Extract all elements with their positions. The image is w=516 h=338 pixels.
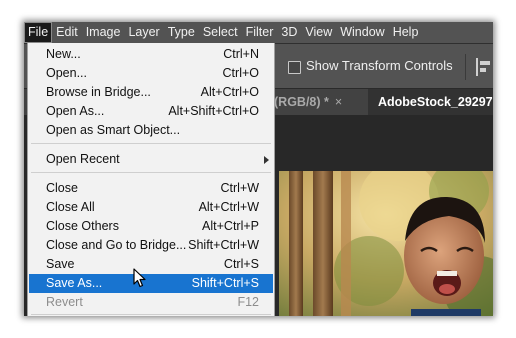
show-transform-checkbox[interactable]: [288, 61, 301, 74]
menu-item-shortcut: F12: [237, 295, 259, 309]
menu-item-close-and-go-to-bridge[interactable]: Close and Go to Bridge... Shift+Ctrl+W: [29, 236, 273, 255]
menu-item-close-all[interactable]: Close All Alt+Ctrl+W: [29, 198, 273, 217]
menu-item-shortcut: Shift+Ctrl+W: [188, 238, 259, 252]
menu-item-label: Close All: [46, 200, 95, 214]
menu-item-label: New...: [46, 47, 81, 61]
menu-layer[interactable]: Layer: [124, 22, 163, 43]
menu-item-save-as[interactable]: Save As... Shift+Ctrl+S: [29, 274, 273, 293]
menu-item-label: Open...: [46, 66, 87, 80]
menu-item-label: Save: [46, 257, 75, 271]
menu-edit[interactable]: Edit: [52, 22, 82, 43]
menu-item-shortcut: Ctrl+S: [223, 257, 259, 271]
menu-item-browse-in-bridge[interactable]: Browse in Bridge... Alt+Ctrl+O: [29, 83, 273, 102]
menu-view[interactable]: View: [301, 22, 336, 43]
menu-item-label: Open Recent: [46, 152, 120, 166]
menu-image[interactable]: Image: [82, 22, 125, 43]
tab-document-2[interactable]: AdobeStock_29297: [368, 89, 493, 115]
menu-item-label: Open As...: [46, 104, 105, 118]
menu-select[interactable]: Select: [199, 22, 242, 43]
menu-item-label: Revert: [46, 295, 83, 309]
menu-item-close-others[interactable]: Close Others Alt+Ctrl+P: [29, 217, 273, 236]
menu-3d[interactable]: 3D: [277, 22, 301, 43]
menu-item-save[interactable]: Save Ctrl+S: [29, 255, 273, 274]
menu-item-shortcut: Shift+Ctrl+S: [191, 276, 259, 290]
menu-item-label: Open as Smart Object...: [46, 123, 181, 137]
options-divider: [465, 54, 466, 80]
menu-separator: [31, 314, 271, 315]
menu-type[interactable]: Type: [164, 22, 199, 43]
menu-item-close[interactable]: Close Ctrl+W: [29, 179, 273, 198]
menu-separator: [31, 172, 271, 173]
menu-item-shortcut: Alt+Shift+Ctrl+O: [168, 104, 259, 118]
menu-item-open[interactable]: Open... Ctrl+O: [29, 64, 273, 83]
menu-filter[interactable]: Filter: [242, 22, 278, 43]
menu-item-shortcut: Alt+Ctrl+P: [202, 219, 259, 233]
menu-bar: File Edit Image Layer Type Select Filter…: [24, 22, 493, 43]
menu-file[interactable]: File: [24, 22, 53, 43]
tab-document-1[interactable]: (RGB/8) * ×: [274, 89, 342, 115]
photoshop-window: File Edit Image Layer Type Select Filter…: [24, 22, 493, 316]
menu-item-label: Save As...: [46, 276, 103, 290]
menu-item-open-as[interactable]: Open As... Alt+Shift+Ctrl+O: [29, 102, 273, 121]
menu-item-shortcut: Ctrl+W: [220, 181, 259, 195]
tab-document-1-label: (RGB/8) *: [274, 95, 329, 109]
menu-item-label: Browse in Bridge...: [46, 85, 151, 99]
tab-document-2-label: AdobeStock_29297: [378, 95, 493, 109]
menu-separator: [31, 143, 271, 144]
tab-close-icon[interactable]: ×: [335, 95, 342, 109]
menu-item-shortcut: Ctrl+N: [223, 47, 259, 61]
menu-window[interactable]: Window: [336, 22, 388, 43]
menu-item-shortcut: Alt+Ctrl+O: [200, 85, 259, 99]
document-photo: [279, 171, 493, 316]
menu-item-shortcut: Alt+Ctrl+W: [198, 200, 259, 214]
menu-item-label: Close and Go to Bridge...: [46, 238, 187, 252]
menu-item-open-as-smart-object[interactable]: Open as Smart Object...: [29, 121, 273, 140]
mouse-pointer-icon: [133, 268, 146, 288]
menu-help[interactable]: Help: [389, 22, 423, 43]
menu-item-shortcut: Ctrl+O: [222, 66, 259, 80]
align-left-icon[interactable]: [476, 58, 490, 76]
menu-item-open-recent[interactable]: Open Recent: [29, 150, 273, 169]
menu-item-label: Close Others: [46, 219, 119, 233]
menu-item-revert: Revert F12: [29, 293, 273, 312]
menu-item-new[interactable]: New... Ctrl+N: [29, 45, 273, 64]
menu-item-label: Close: [46, 181, 78, 195]
submenu-arrow-icon: [264, 156, 269, 164]
file-menu: New... Ctrl+N Open... Ctrl+O Browse in Bri…: [27, 43, 275, 316]
show-transform-label: Show Transform Controls: [306, 58, 453, 73]
